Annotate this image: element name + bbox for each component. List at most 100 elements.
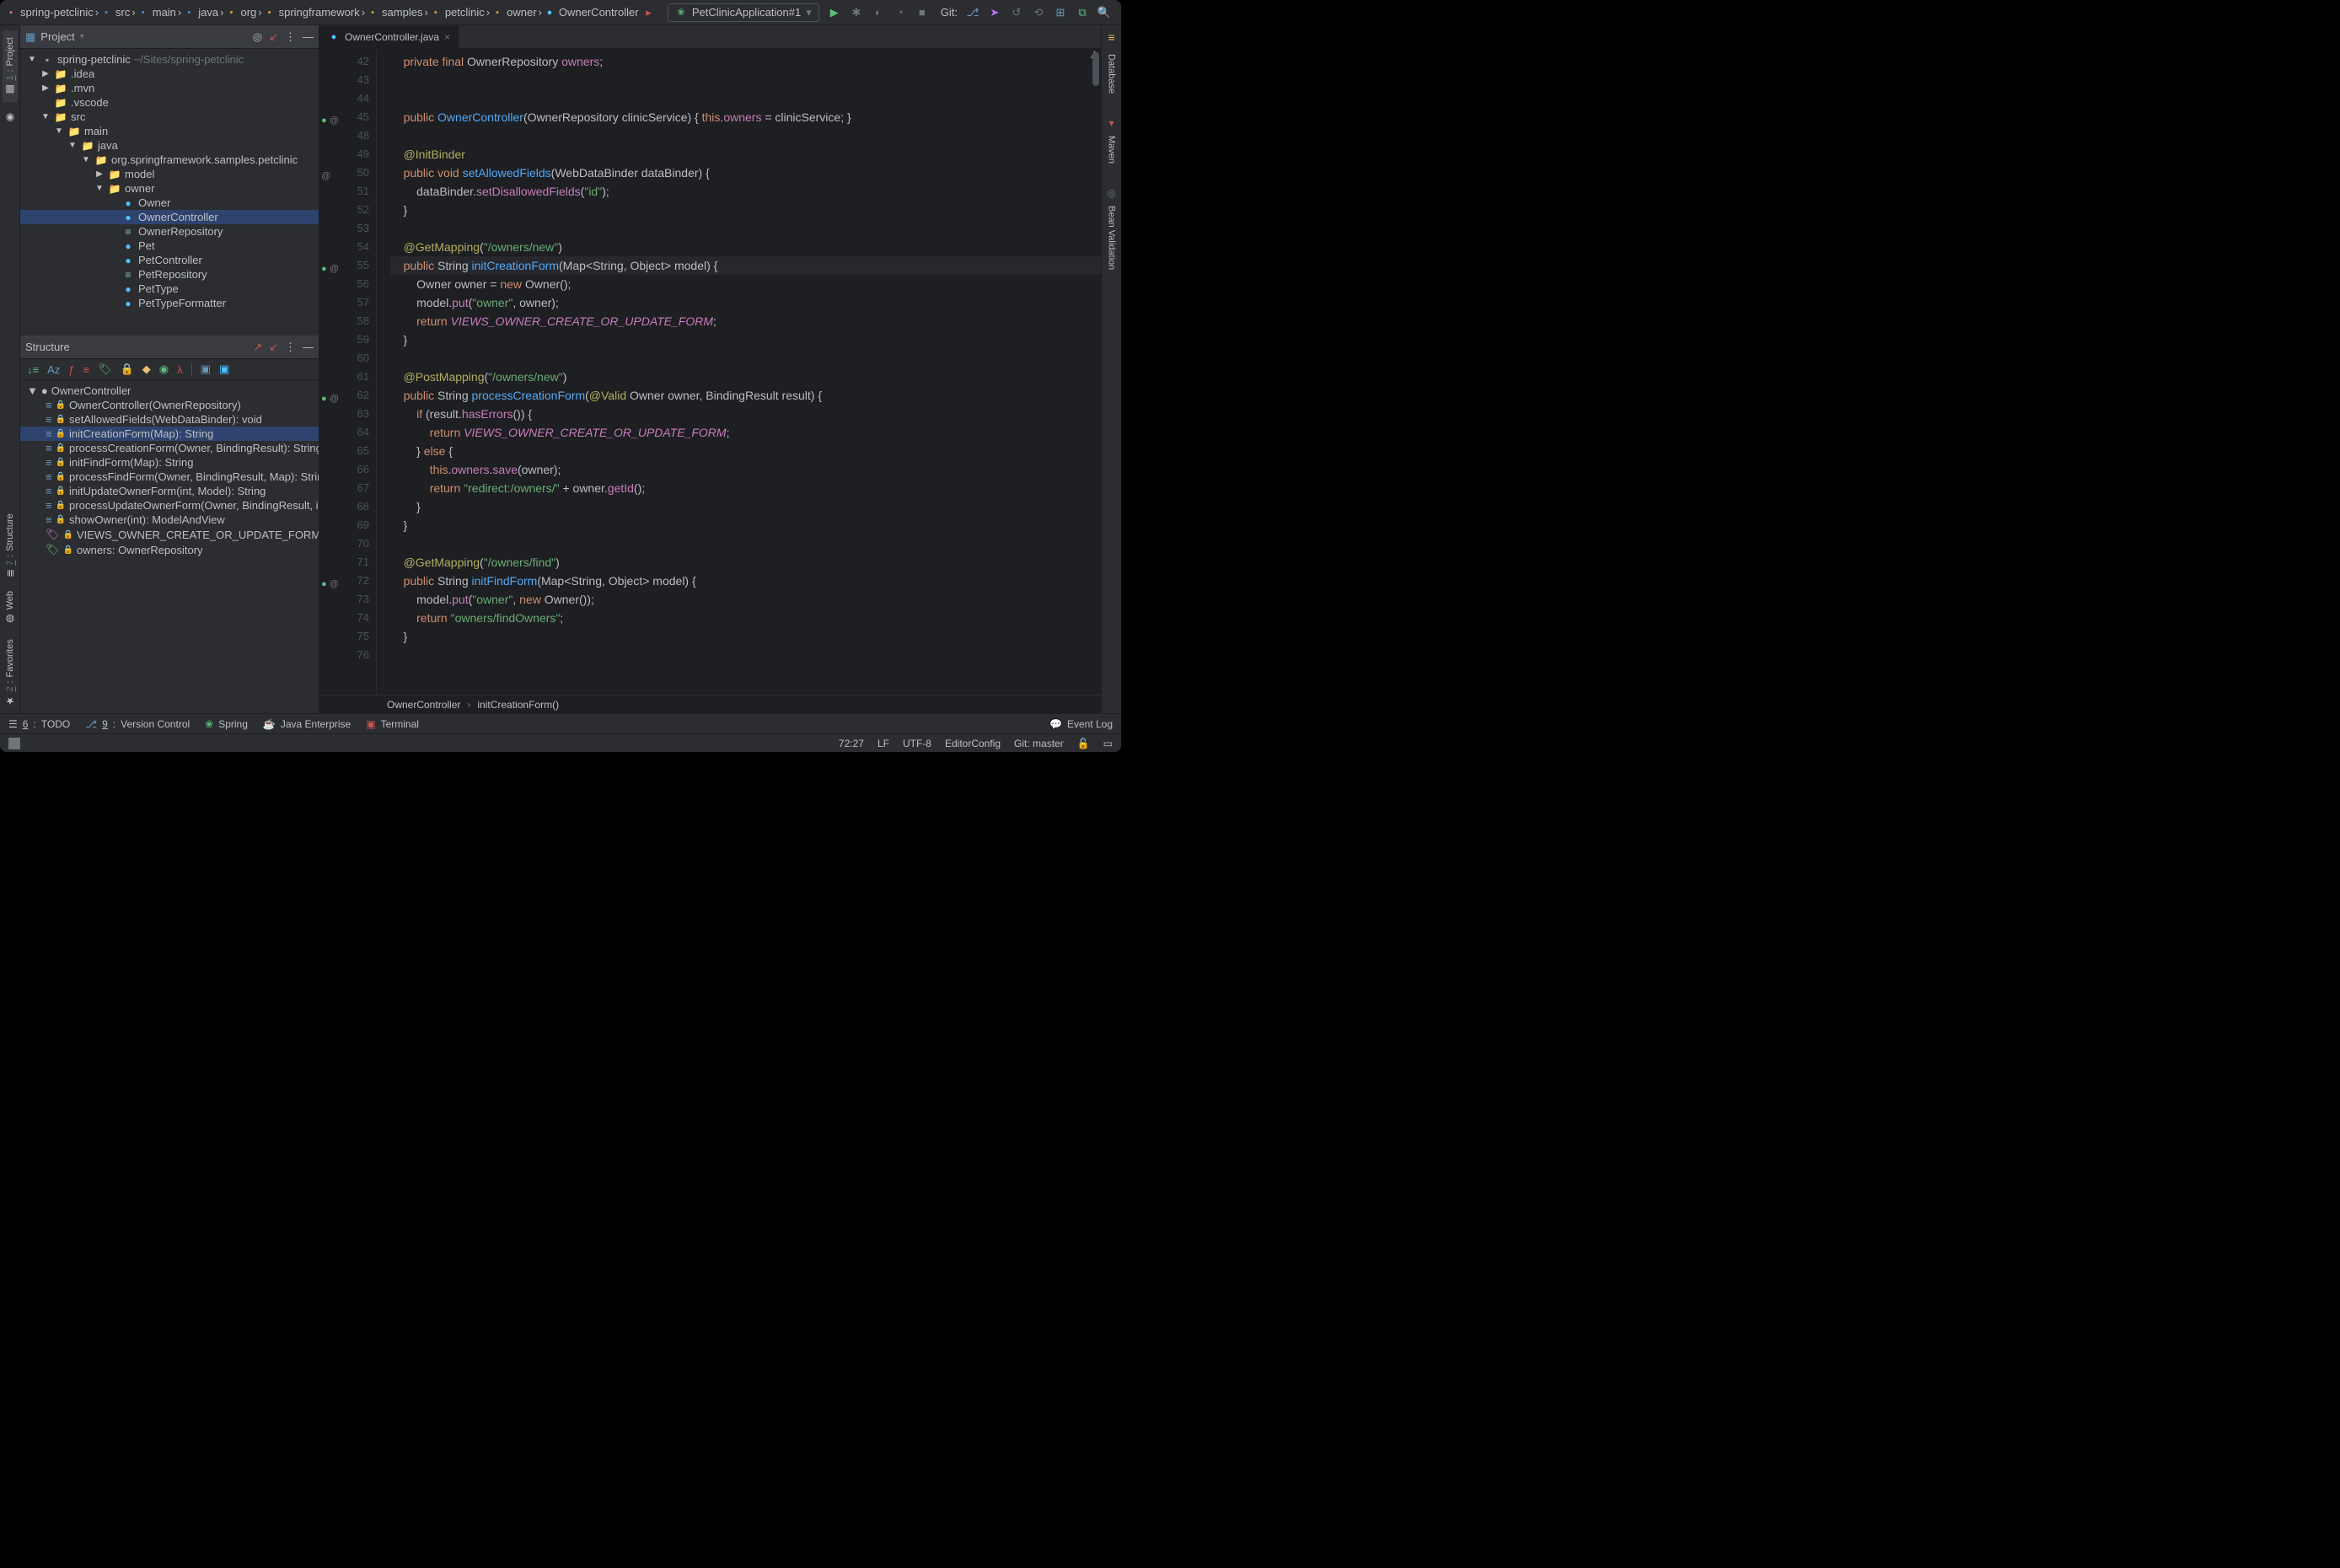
editor-code[interactable]: private final OwnerRepository owners; pu… — [377, 49, 1101, 695]
breadcrumb-item[interactable]: ▪org — [225, 6, 256, 19]
tree-node[interactable]: ▼▪spring-petclinic ~/Sites/spring-petcli… — [20, 52, 319, 67]
breadcrumb-item[interactable]: ▪owner — [491, 6, 536, 19]
branch-icon[interactable]: ⎇ — [966, 6, 979, 19]
event-log-button[interactable]: 💬 Event Log — [1049, 718, 1113, 730]
tool-window-button[interactable]: ★2: Favorites — [3, 632, 18, 713]
structure-class[interactable]: ▼●OwnerController — [20, 384, 319, 398]
collapse-icon[interactable]: ↙ — [269, 30, 278, 44]
project-view-selector[interactable]: ▦ Project ▾ — [25, 30, 248, 44]
breadcrumb-item[interactable]: ▪petclinic — [430, 6, 485, 19]
tree-node[interactable]: ●PetType — [20, 282, 319, 296]
breadcrumb-item[interactable]: ▪java — [183, 6, 218, 19]
tree-node[interactable]: ▶📁.idea — [20, 67, 319, 81]
history-icon[interactable]: ⟲ — [1032, 6, 1045, 19]
tree-node[interactable]: ≡PetRepository — [20, 267, 319, 282]
project-tree[interactable]: ▼▪spring-petclinic ~/Sites/spring-petcli… — [20, 49, 319, 336]
collapse-icon[interactable]: ↙ — [269, 341, 278, 354]
minimize-icon[interactable]: — — [303, 30, 314, 44]
breadcrumb-item[interactable]: ▪src — [100, 6, 130, 19]
breadcrumb-item[interactable]: ▪spring-petclinic — [5, 6, 94, 19]
editorconfig-indicator[interactable]: EditorConfig — [945, 738, 1001, 749]
structure-member[interactable]: ≡ 🔒 processFindForm(Owner, BindingResult… — [20, 470, 319, 484]
sort-icon[interactable]: ↓≡ — [27, 363, 39, 376]
line-separator[interactable]: LF — [878, 738, 889, 749]
update-icon[interactable]: ↺ — [1010, 6, 1023, 19]
editor-tab[interactable]: ● OwnerController.java × — [319, 25, 459, 48]
tool-window-button[interactable]: ◉ — [3, 102, 18, 131]
tree-node[interactable]: ●PetTypeFormatter — [20, 296, 319, 310]
bottom-tool-button[interactable]: ☰6: TODO — [8, 718, 70, 730]
editor-scrollbar[interactable] — [1092, 52, 1099, 86]
tree-node[interactable]: ▼📁main — [20, 124, 319, 138]
structure-member[interactable]: ≡ 🔒 initFindForm(Map): String — [20, 455, 319, 470]
tree-node[interactable]: ●OwnerController — [20, 210, 319, 224]
circle-icon[interactable]: ◉ — [159, 362, 169, 376]
structure-member[interactable]: ≡ 🔒 showOwner(int): ModelAndView — [20, 513, 319, 527]
tree-node[interactable]: ▶📁.mvn — [20, 81, 319, 95]
box2-icon[interactable]: ▣ — [219, 362, 229, 376]
editor-breadcrumb[interactable]: OwnerController › initCreationForm() — [319, 695, 1101, 713]
bottom-tool-button[interactable]: ⎇9: Version Control — [85, 718, 190, 730]
structure-tree[interactable]: ▼●OwnerController≡ 🔒 OwnerController(Own… — [20, 380, 319, 713]
tree-node[interactable]: ▼📁src — [20, 110, 319, 124]
ide-settings-icon[interactable]: ⊞ — [1054, 6, 1067, 19]
lambda-icon[interactable]: λ — [177, 363, 183, 376]
bottom-tool-button[interactable]: ❀Spring — [205, 718, 248, 730]
readonly-icon[interactable]: 🔓 — [1077, 738, 1090, 749]
run-configuration-selector[interactable]: ❀ PetClinicApplication#1 ▾ — [668, 3, 819, 22]
debug-button[interactable]: ✱ — [850, 6, 863, 19]
cursor-position[interactable]: 72:27 — [839, 738, 864, 749]
tag-icon[interactable]: 🏷 — [98, 362, 112, 376]
run-button[interactable]: ▶ — [828, 6, 841, 19]
editor-body[interactable]: 424344● @454849 @5051525354● @5556575859… — [319, 49, 1101, 695]
git-branch[interactable]: Git: master — [1014, 738, 1064, 749]
tree-node[interactable]: ▼📁java — [20, 138, 319, 153]
breadcrumb-item[interactable]: ●OwnerController — [544, 6, 639, 19]
breadcrumb-item[interactable]: ▪samples — [367, 6, 422, 19]
structure-member[interactable]: ≡ 🔒 setAllowedFields(WebDataBinder): voi… — [20, 412, 319, 427]
bean-validation-icon[interactable]: ◎ — [1107, 187, 1115, 199]
diamond-icon[interactable]: ◆ — [142, 362, 151, 376]
commit-icon[interactable]: ➤ — [988, 6, 1001, 19]
tool-window-button[interactable]: ≣7: Structure — [3, 507, 18, 584]
file-encoding[interactable]: UTF-8 — [903, 738, 931, 749]
structure-member[interactable]: ≡ 🔒 processUpdateOwnerForm(Owner, Bindin… — [20, 498, 319, 513]
breadcrumb-item[interactable]: ▪springframework — [264, 6, 360, 19]
bottom-tool-button[interactable]: ☕Java Enterprise — [263, 718, 351, 730]
bottom-tool-button[interactable]: ▣Terminal — [366, 718, 419, 730]
tree-node[interactable]: ▶📁model — [20, 167, 319, 181]
tree-node[interactable]: ▼📁owner — [20, 181, 319, 196]
memory-indicator-icon[interactable]: ▭ — [1103, 738, 1113, 749]
database-icon[interactable]: ≡ — [1108, 30, 1114, 44]
lock-icon[interactable]: 🔒 — [121, 362, 134, 376]
structure-member[interactable]: 🏷 🔒 owners: OwnerRepository — [20, 542, 319, 557]
stop-button[interactable]: ■ — [915, 6, 929, 19]
maven-icon[interactable]: ▾ — [1108, 117, 1114, 129]
structure-member[interactable]: ≡ 🔒 initCreationForm(Map): String — [20, 427, 319, 441]
target-icon[interactable]: ◎ — [253, 30, 262, 44]
show-methods-icon[interactable]: ≡ — [83, 363, 90, 376]
structure-member[interactable]: 🏷 🔒 VIEWS_OWNER_CREATE_OR_UPDATE_FORM: S… — [20, 527, 319, 542]
structure-member[interactable]: ≡ 🔒 OwnerController(OwnerRepository) — [20, 398, 319, 412]
search-everywhere-icon[interactable]: 🔍 — [1098, 6, 1111, 19]
tree-node[interactable]: ●Owner — [20, 196, 319, 210]
show-fields-icon[interactable]: ƒ — [68, 363, 74, 376]
tool-window-button[interactable]: ▦1: Project — [3, 30, 18, 102]
settings-icon[interactable]: ⋮ — [285, 341, 296, 354]
sort-alpha-icon[interactable]: Aᴢ — [47, 363, 60, 376]
bean-validation-tool-button[interactable]: Bean Validation — [1105, 199, 1119, 277]
editor-gutter[interactable]: 424344● @454849 @5051525354● @5556575859… — [319, 49, 377, 695]
tool-windows-icon[interactable] — [8, 738, 20, 749]
profile-button[interactable]: ◔ — [894, 6, 907, 19]
tree-node[interactable]: ▼📁org.springframework.samples.petclinic — [20, 153, 319, 167]
settings-icon[interactable]: ⋮ — [285, 30, 296, 44]
expand-icon[interactable]: ↗ — [253, 341, 262, 354]
maven-tool-button[interactable]: Maven — [1105, 129, 1119, 170]
tool-window-button[interactable]: ◍Web — [3, 584, 18, 631]
tree-node[interactable]: ≡OwnerRepository — [20, 224, 319, 239]
toolbox-icon[interactable]: ⧉ — [1076, 6, 1089, 19]
database-tool-button[interactable]: Database — [1105, 47, 1119, 100]
structure-member[interactable]: ≡ 🔒 processCreationForm(Owner, BindingRe… — [20, 441, 319, 455]
box-icon[interactable]: ▣ — [201, 362, 211, 376]
nav-arrow-icon[interactable]: ▸ — [642, 6, 656, 19]
